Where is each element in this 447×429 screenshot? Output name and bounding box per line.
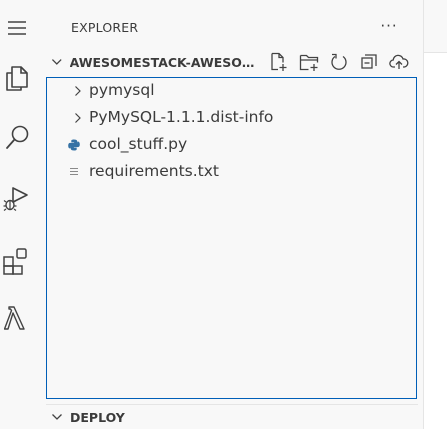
- deploy-section-title: DEPLOY: [70, 409, 125, 425]
- new-folder-icon: [299, 54, 318, 71]
- extensions-icon[interactable]: [0, 240, 34, 280]
- chevron-right-icon: [75, 86, 81, 96]
- upload-button[interactable]: [388, 51, 409, 73]
- file-tree: pymysql PyMySQL-1.1.1.dist-info cool_stu…: [46, 77, 417, 399]
- menu-icon[interactable]: [0, 8, 34, 48]
- deploy-section-header[interactable]: DEPLOY: [46, 404, 418, 429]
- new-folder-button[interactable]: [298, 51, 319, 73]
- editor-area-edge: [423, 0, 447, 429]
- activity-bar: [0, 0, 34, 429]
- vscode-window: EXPLORER ··· AWESOMESTACK-AWESOM... pymy…: [0, 0, 447, 429]
- refresh-button[interactable]: [328, 51, 349, 73]
- cloud-upload-icon: [388, 54, 408, 69]
- text-file-icon: [70, 167, 78, 176]
- explorer-title: EXPLORER: [71, 20, 139, 35]
- folder-section-header[interactable]: AWESOMESTACK-AWESOM...: [46, 49, 418, 75]
- chevron-down-icon: [51, 59, 62, 65]
- editor-tab-edge[interactable]: [424, 0, 447, 53]
- tree-item-folder[interactable]: pymysql: [47, 78, 416, 105]
- chevron-right-icon: [75, 113, 81, 123]
- python-file-icon: [68, 139, 80, 151]
- explorer-sidebar: EXPLORER ··· AWESOMESTACK-AWESOM... pymy…: [34, 0, 423, 429]
- more-actions-button[interactable]: ···: [377, 16, 401, 38]
- tree-item-label: requirements.txt: [89, 162, 219, 180]
- lambda-icon[interactable]: [0, 298, 34, 338]
- run-debug-icon[interactable]: [0, 178, 34, 218]
- tree-item-folder[interactable]: PyMySQL-1.1.1.dist-info: [47, 105, 416, 132]
- folder-section-actions: [268, 51, 418, 73]
- tree-item-label: cool_stuff.py: [89, 135, 188, 153]
- collapse-all-icon: [360, 54, 377, 69]
- tree-item-file[interactable]: requirements.txt: [47, 159, 416, 186]
- tree-item-label: pymysql: [89, 81, 155, 99]
- folder-section-title: AWESOMESTACK-AWESOM...: [69, 54, 258, 70]
- tree-item-file[interactable]: cool_stuff.py: [47, 132, 416, 159]
- new-file-button[interactable]: [268, 51, 289, 73]
- new-file-icon: [270, 52, 286, 71]
- collapse-all-button[interactable]: [358, 51, 379, 73]
- chevron-down-icon: [52, 414, 62, 420]
- tree-item-label: PyMySQL-1.1.1.dist-info: [89, 108, 274, 126]
- explorer-icon[interactable]: [0, 58, 34, 98]
- refresh-icon: [330, 53, 347, 70]
- search-icon[interactable]: [0, 118, 34, 158]
